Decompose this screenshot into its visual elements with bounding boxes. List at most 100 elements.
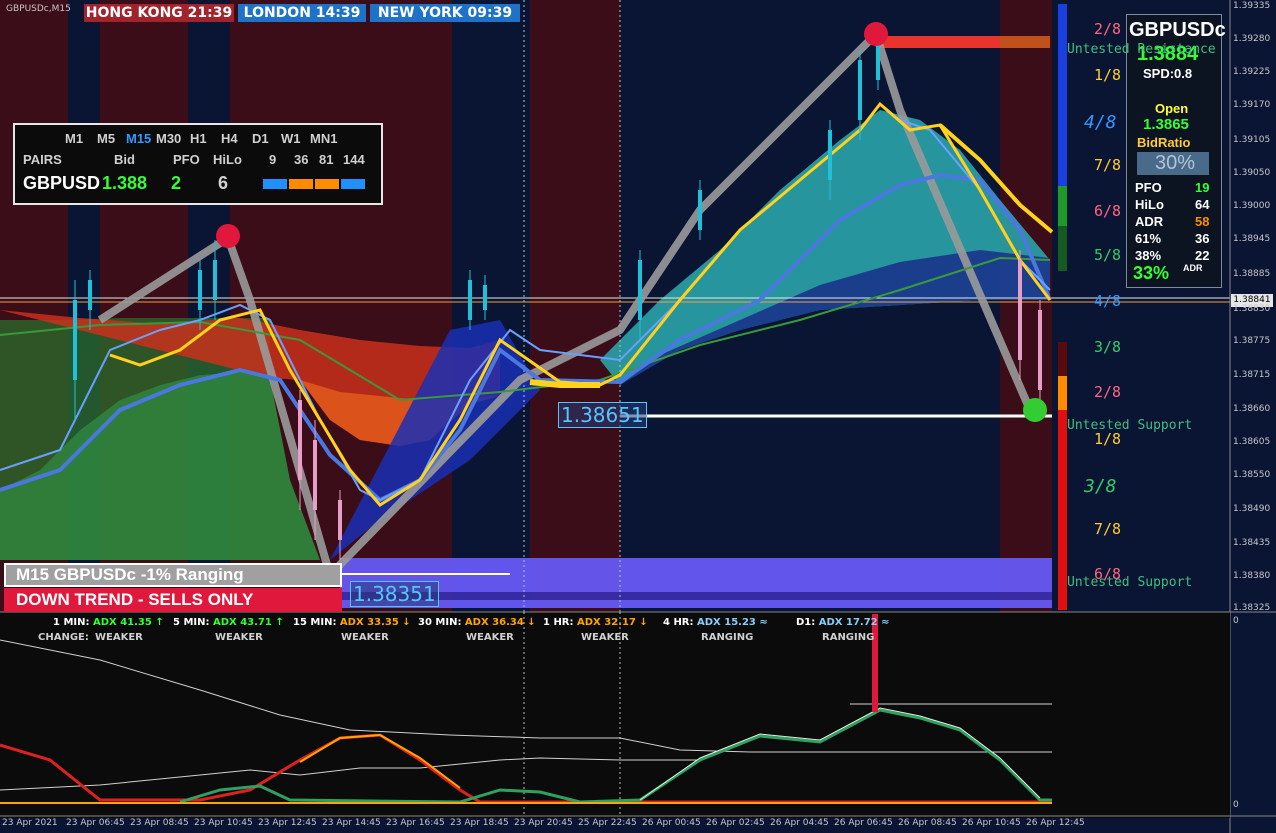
adx-scale-top: 0: [1233, 616, 1239, 626]
tf-h4[interactable]: H4: [221, 131, 238, 146]
tf-w1[interactable]: W1: [281, 131, 301, 146]
fib-label-2-8-top: 2/8: [1094, 20, 1122, 38]
tf-m15[interactable]: M15: [126, 131, 151, 146]
pivot-high-left: [216, 224, 240, 248]
adx-state: RANGING: [822, 632, 875, 643]
stat-adr-label: ADR: [1135, 214, 1164, 229]
adx-tf: 30 MIN:: [418, 617, 462, 628]
x-tick: 23 Apr 06:45: [66, 818, 125, 828]
x-tick: 26 Apr 02:45: [706, 818, 765, 828]
col-pairs: PAIRS: [23, 152, 62, 167]
x-tick: 26 Apr 06:45: [834, 818, 893, 828]
adx-scale-bottom: 0: [1233, 800, 1239, 810]
fib-label-4-8-top: 4/8: [1084, 112, 1117, 133]
symbol-name: GBPUSDc: [1129, 19, 1226, 41]
stat-pfo-label: PFO: [1135, 180, 1162, 195]
adx-value: ADX 32.17: [577, 617, 636, 628]
ma-bar-81: [315, 179, 339, 189]
session-new-york: NEW YORK 09:39: [370, 4, 520, 22]
stat-38-value: 22: [1195, 248, 1210, 263]
adx-tf: 15 MIN:: [293, 617, 337, 628]
adx-state: WEAKER: [215, 632, 263, 643]
spread: SPD:0.8: [1143, 66, 1193, 81]
tf-d1[interactable]: D1: [252, 131, 269, 146]
fib-label-6-8-a: 6/8: [1094, 202, 1122, 220]
fib-label-3-8-a: 3/8: [1094, 338, 1122, 356]
adx-tf: 4 HR:: [663, 617, 694, 628]
fib-label-7-8-a: 7/8: [1094, 156, 1122, 174]
ma-bar-144: [341, 179, 365, 189]
adx-value: ADX 15.23: [697, 617, 756, 628]
stat-adr-value: 58: [1195, 214, 1210, 229]
stat-hilo-label: HiLo: [1135, 197, 1164, 212]
x-tick: 26 Apr 12:45: [1026, 818, 1085, 828]
adx-value: ADX 41.35: [92, 617, 152, 628]
trend-arrow-icon: ≈: [881, 617, 890, 628]
adx-1min: 1 MIN: ADX 41.35 ↑ WEAKER: [53, 617, 164, 643]
adx-value: ADX 17.72: [818, 617, 878, 628]
adx-value: ADX 36.34: [464, 617, 524, 628]
open-label: Open: [1155, 101, 1189, 116]
fib-label-3-8-b: 3/8: [1084, 476, 1117, 497]
tf-m30[interactable]: M30: [156, 131, 181, 146]
price-label-mid: 1.38651: [558, 402, 647, 428]
adx-d1: D1: ADX 17.72 ≈ RANGING: [796, 617, 890, 643]
fib-label-5-8: 5/8: [1094, 246, 1122, 264]
mt4-chart-window: GBPUSDc,M15 HONG KONG 21:39 LONDON 14:39…: [0, 0, 1276, 833]
ma-bar-36: [289, 179, 313, 189]
y-tick: 1.38775: [1233, 336, 1271, 346]
stat-38-label: 38%: [1135, 248, 1162, 263]
adx-value: ADX 33.35: [339, 617, 399, 628]
adx-state: WEAKER: [581, 632, 629, 643]
y-tick: 1.39050: [1233, 168, 1271, 178]
pivot-low: [1023, 398, 1047, 422]
y-tick: 1.38435: [1233, 538, 1271, 548]
trend-arrow-icon: ↓: [527, 617, 536, 628]
adx-tf: D1:: [796, 617, 816, 628]
x-tick: 25 Apr 22:45: [578, 818, 637, 828]
y-tick: 1.39335: [1233, 1, 1271, 11]
col-9: 9: [269, 152, 277, 167]
x-tick: 23 Apr 16:45: [386, 818, 445, 828]
fib-label-4-8: 4/8: [1094, 292, 1122, 310]
y-tick: 1.38550: [1233, 470, 1271, 480]
timeframe-panel: M1 M5 M15 M30 H1 H4 D1 W1 MN1 PAIRS Bid …: [13, 123, 383, 205]
col-bid: Bid: [114, 152, 135, 167]
fib-label-1-8-top: 1/8: [1094, 66, 1122, 84]
adr-label: ADR: [1183, 263, 1203, 273]
fib-label-7-8-b: 7/8: [1094, 520, 1122, 538]
tf-mn1[interactable]: MN1: [310, 131, 337, 146]
adx-tf: 5 MIN:: [173, 617, 210, 628]
session-london: LONDON 14:39: [238, 4, 366, 22]
y-tick: 1.38715: [1233, 370, 1271, 380]
tf-m5[interactable]: M5: [97, 131, 115, 146]
tf-h1[interactable]: H1: [190, 131, 207, 146]
x-tick: 23 Apr 14:45: [322, 818, 381, 828]
price-label-low: 1.38351: [350, 581, 439, 607]
x-tick: 26 Apr 08:45: [898, 818, 957, 828]
tf-m1[interactable]: M1: [65, 131, 83, 146]
stat-pfo-value: 19: [1195, 180, 1210, 195]
session-hong-kong: HONG KONG 21:39: [84, 4, 234, 22]
x-tick: 23 Apr 12:45: [258, 818, 317, 828]
adx-15min: 15 MIN: ADX 33.35 ↓ WEAKER: [293, 617, 411, 643]
adx-value: ADX 43.71: [212, 617, 272, 628]
adx-1hr: 1 HR: ADX 32.17 ↓ WEAKER: [543, 617, 648, 643]
bidratio-label: BidRatio: [1137, 135, 1191, 150]
adx-state: WEAKER: [341, 632, 389, 643]
open-value: 1.3865: [1143, 116, 1189, 133]
x-tick: 23 Apr 08:45: [130, 818, 189, 828]
y-tick: 1.38605: [1233, 437, 1271, 447]
x-tick: 23 Apr 2021: [2, 818, 58, 828]
adr-percent: 33%: [1133, 263, 1170, 283]
window-title: GBPUSDc,M15: [6, 4, 71, 14]
zone-untested-resistance: Untested Resistance: [1067, 42, 1216, 57]
zone-untested-support-1: Untested Support: [1067, 418, 1193, 433]
ma-bar-9: [263, 179, 287, 189]
adx-tf: 1 MIN:: [53, 617, 90, 628]
zone-untested-support-2: Untested Support: [1067, 575, 1193, 590]
stat-hilo-value: 64: [1195, 197, 1210, 212]
row-pfo: 2: [171, 173, 182, 193]
y-tick: 1.38325: [1233, 603, 1271, 613]
pivot-high-right: [864, 22, 888, 46]
